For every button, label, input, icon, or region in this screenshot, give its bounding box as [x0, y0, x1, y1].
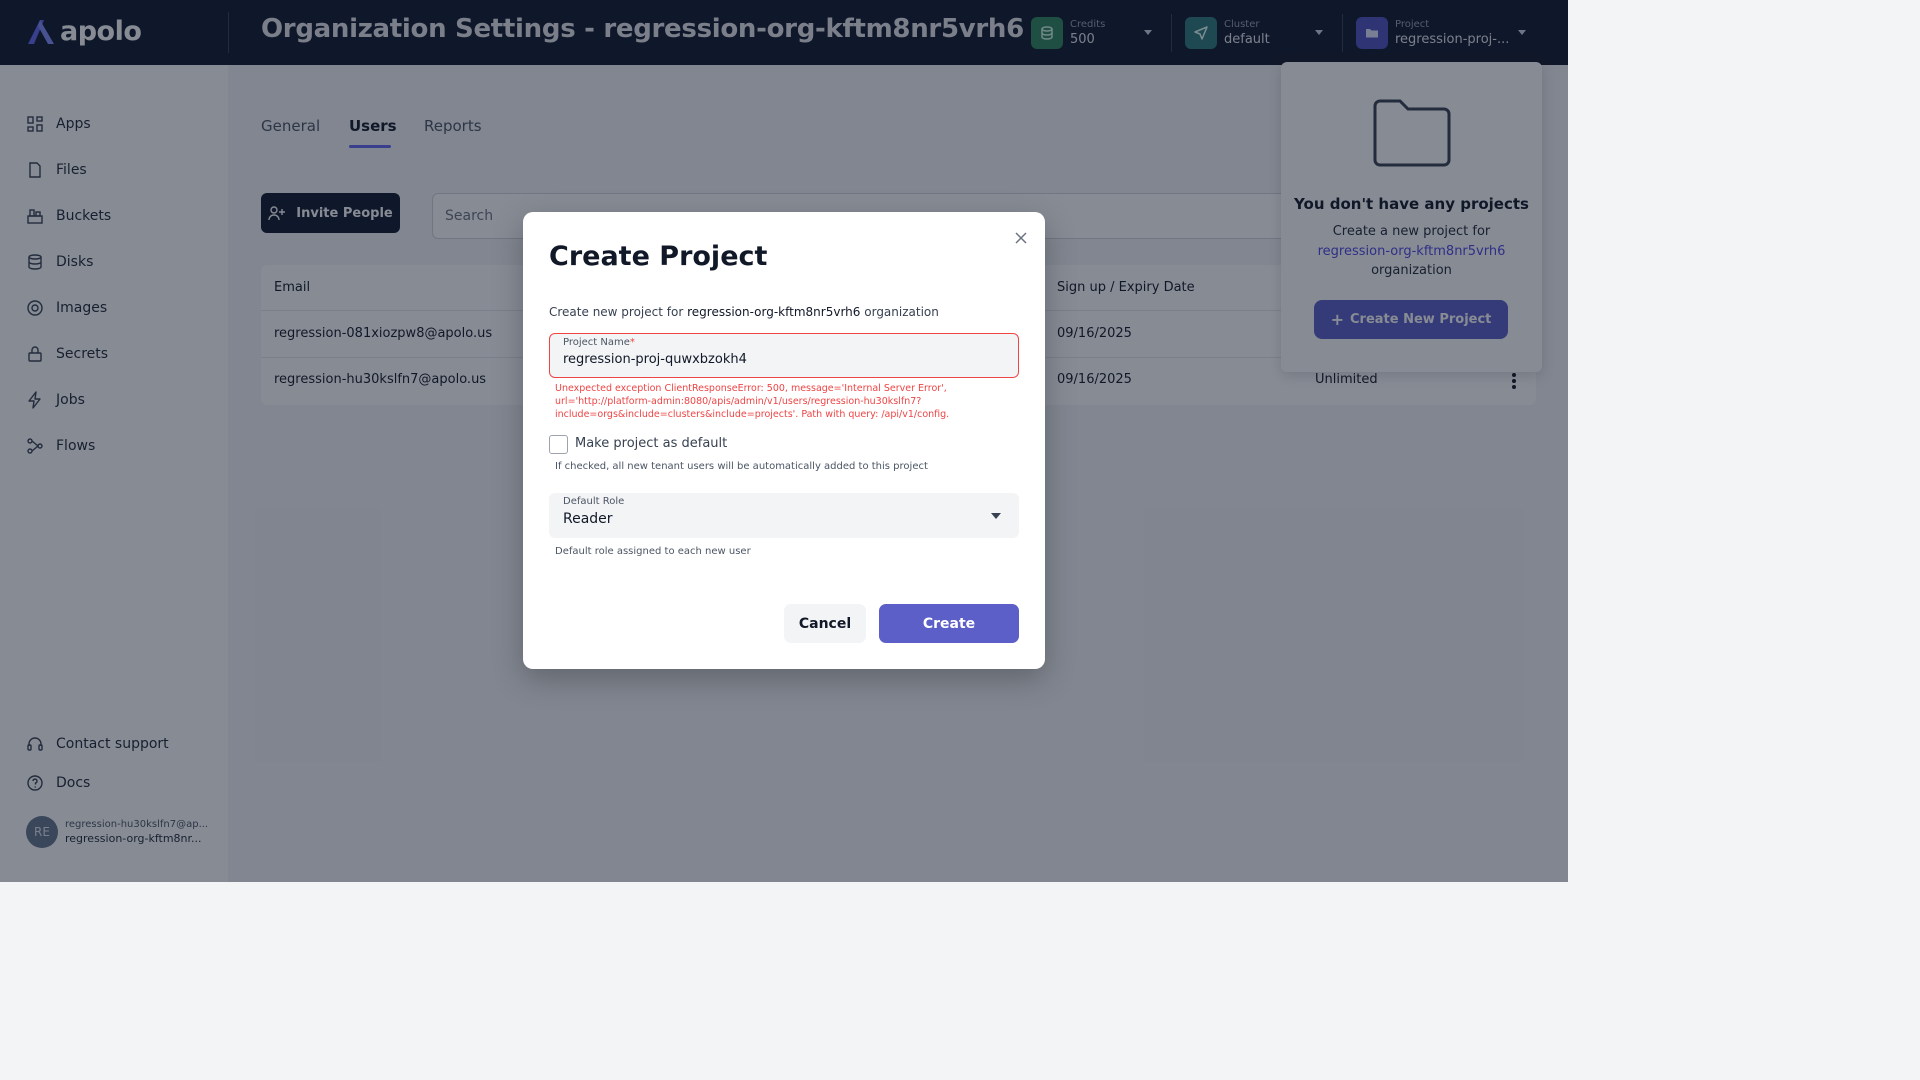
- subtitle-org: regression-org-kftm8nr5vrh6: [687, 305, 861, 319]
- project-name-label: Project Name*: [563, 337, 635, 348]
- caret-down-icon: [991, 513, 1001, 519]
- create-button[interactable]: Create: [879, 604, 1019, 643]
- default-role-select[interactable]: Default Role Reader: [549, 493, 1019, 538]
- project-name-error: Unexpected exception ClientResponseError…: [555, 383, 950, 420]
- close-icon[interactable]: [1012, 229, 1030, 247]
- dialog-title: Create Project: [549, 241, 768, 272]
- default-role-value: Reader: [563, 511, 613, 527]
- dialog-subtitle: Create new project for regression-org-kf…: [549, 305, 939, 319]
- create-project-dialog: Create Project Create new project for re…: [523, 212, 1045, 669]
- project-name-input[interactable]: regression-proj-quwxbzokh4: [563, 352, 747, 367]
- cancel-button[interactable]: Cancel: [784, 604, 866, 643]
- default-role-help: Default role assigned to each new user: [555, 546, 751, 557]
- project-name-field[interactable]: Project Name* regression-proj-quwxbzokh4: [549, 333, 1019, 378]
- subtitle-suffix: organization: [864, 305, 939, 319]
- make-default-help: If checked, all new tenant users will be…: [555, 461, 928, 472]
- default-role-label: Default Role: [563, 496, 625, 507]
- make-default-checkbox[interactable]: [549, 435, 568, 454]
- make-default-label[interactable]: Make project as default: [575, 436, 727, 451]
- subtitle-prefix: Create new project for: [549, 305, 684, 319]
